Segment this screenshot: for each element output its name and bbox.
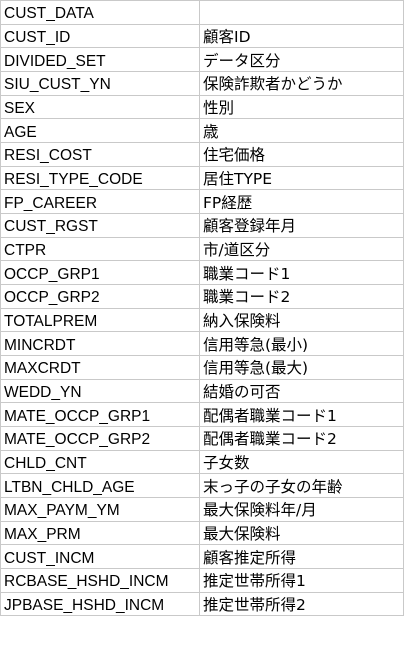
field-description-cell[interactable]: 末っ子の子女の年齢 xyxy=(199,473,404,499)
field-description-cell[interactable]: 推定世帯所得2 xyxy=(199,591,404,617)
field-description-cell[interactable]: 最大保険料 xyxy=(199,520,404,546)
table-row: MAX_PAYM_YM 最大保険料年/月 xyxy=(0,497,404,522)
field-description-cell[interactable]: 顧客ID xyxy=(199,23,404,49)
field-description-cell[interactable]: 保険詐欺者かどうか xyxy=(199,71,404,96)
field-description-cell[interactable]: 歳 xyxy=(199,118,404,144)
field-name-cell[interactable]: MATE_OCCP_GRP1 xyxy=(0,402,200,428)
field-name-cell[interactable]: CHLD_CNT xyxy=(0,449,200,475)
field-name-cell[interactable]: MATE_OCCP_GRP2 xyxy=(0,426,200,451)
field-description-cell[interactable]: 顧客推定所得 xyxy=(199,544,404,570)
table-row: SEX 性別 xyxy=(0,94,404,120)
field-description-cell[interactable]: 信用等急(最小) xyxy=(199,331,404,357)
table-row: SIU_CUST_YN 保険詐欺者かどうか xyxy=(0,71,404,96)
field-name-cell[interactable]: AGE xyxy=(0,118,200,144)
table-row: TOTALPREM 納入保険料 xyxy=(0,307,404,333)
field-description-cell[interactable]: 職業コード2 xyxy=(199,284,404,309)
field-description-cell[interactable]: 住宅価格 xyxy=(199,142,404,167)
field-name-cell[interactable]: OCCP_GRP2 xyxy=(0,284,200,309)
field-name-cell[interactable]: JPBASE_HSHD_INCM xyxy=(0,591,200,617)
spreadsheet-body: CUST_DATA CUST_ID 顧客ID DIVIDED_SET データ区分 SIU_… xyxy=(0,0,404,617)
field-name-cell[interactable]: RESI_COST xyxy=(0,142,200,167)
field-description-cell[interactable]: 性別 xyxy=(199,94,404,120)
field-description-cell[interactable]: 居住TYPE xyxy=(199,165,404,191)
table-row: MINCRDT 信用等急(最小) xyxy=(0,331,404,357)
field-description-cell[interactable]: 信用等急(最大) xyxy=(199,355,404,380)
field-description-cell[interactable]: 配偶者職業コード2 xyxy=(199,426,404,451)
field-name-cell[interactable]: CUST_ID xyxy=(0,23,200,49)
field-name-cell[interactable]: TOTALPREM xyxy=(0,307,200,333)
field-description-cell[interactable]: 納入保険料 xyxy=(199,307,404,333)
table-row: RCBASE_HSHD_INCM 推定世帯所得1 xyxy=(0,568,404,593)
field-description-cell[interactable]: FP経歴 xyxy=(199,189,404,215)
field-description-cell[interactable]: 市/道区分 xyxy=(199,236,404,262)
field-description-cell[interactable]: データ区分 xyxy=(199,47,404,73)
field-name-cell[interactable]: MAX_PRM xyxy=(0,520,200,546)
table-row: FP_CAREER FP経歴 xyxy=(0,189,404,215)
field-description-cell[interactable]: 子女数 xyxy=(199,449,404,475)
field-description-cell[interactable]: 推定世帯所得1 xyxy=(199,568,404,593)
table-row: LTBN_CHLD_AGE 末っ子の子女の年齢 xyxy=(0,473,404,499)
field-name-cell[interactable]: OCCP_GRP1 xyxy=(0,260,200,286)
spreadsheet-table: CUST_DATA CUST_ID 顧客ID DIVIDED_SET データ区分 SIU_… xyxy=(0,0,404,617)
table-row: CUST_INCM 顧客推定所得 xyxy=(0,544,404,570)
table-row: CUST_ID 顧客ID xyxy=(0,23,404,49)
field-name-cell[interactable]: SIU_CUST_YN xyxy=(0,71,200,96)
table-row: DIVIDED_SET データ区分 xyxy=(0,47,404,73)
table-row: AGE 歳 xyxy=(0,118,404,144)
field-description-cell[interactable]: 職業コード1 xyxy=(199,260,404,286)
table-row: CTPR 市/道区分 xyxy=(0,236,404,262)
table-row: MAXCRDT 信用等急(最大) xyxy=(0,355,404,380)
table-row: OCCP_GRP2 職業コード2 xyxy=(0,284,404,309)
table-row: RESI_COST 住宅価格 xyxy=(0,142,404,167)
table-row: RESI_TYPE_CODE 居住TYPE xyxy=(0,165,404,191)
table-row: MAX_PRM 最大保険料 xyxy=(0,520,404,546)
field-name-cell[interactable]: SEX xyxy=(0,94,200,120)
field-description-cell[interactable]: 最大保険料年/月 xyxy=(199,497,404,522)
field-name-cell[interactable]: MAXCRDT xyxy=(0,355,200,380)
field-name-cell[interactable]: DIVIDED_SET xyxy=(0,47,200,73)
field-name-cell[interactable]: WEDD_YN xyxy=(0,378,200,404)
field-name-cell[interactable]: LTBN_CHLD_AGE xyxy=(0,473,200,499)
table-row: CUST_DATA xyxy=(0,0,404,25)
table-row: CHLD_CNT 子女数 xyxy=(0,449,404,475)
field-name-cell[interactable]: RCBASE_HSHD_INCM xyxy=(0,568,200,593)
field-description-cell[interactable]: 結婚の可否 xyxy=(199,378,404,404)
table-row: MATE_OCCP_GRP2 配偶者職業コード2 xyxy=(0,426,404,451)
field-name-cell[interactable]: FP_CAREER xyxy=(0,189,200,215)
field-description-cell[interactable]: 配偶者職業コード1 xyxy=(199,402,404,428)
field-description-cell[interactable]: 顧客登録年月 xyxy=(199,213,404,238)
field-name-cell[interactable]: CUST_INCM xyxy=(0,544,200,570)
field-name-cell[interactable]: MINCRDT xyxy=(0,331,200,357)
field-name-cell[interactable]: MAX_PAYM_YM xyxy=(0,497,200,522)
field-name-cell[interactable]: CUST_RGST xyxy=(0,213,200,238)
field-name-cell[interactable]: CTPR xyxy=(0,236,200,262)
field-description-cell[interactable] xyxy=(199,0,404,25)
field-name-cell[interactable]: CUST_DATA xyxy=(0,0,200,25)
table-row: CUST_RGST 顧客登録年月 xyxy=(0,213,404,238)
table-row: JPBASE_HSHD_INCM 推定世帯所得2 xyxy=(0,591,404,617)
table-row: MATE_OCCP_GRP1 配偶者職業コード1 xyxy=(0,402,404,428)
field-name-cell[interactable]: RESI_TYPE_CODE xyxy=(0,165,200,191)
table-row: OCCP_GRP1 職業コード1 xyxy=(0,260,404,286)
table-row: WEDD_YN 結婚の可否 xyxy=(0,378,404,404)
